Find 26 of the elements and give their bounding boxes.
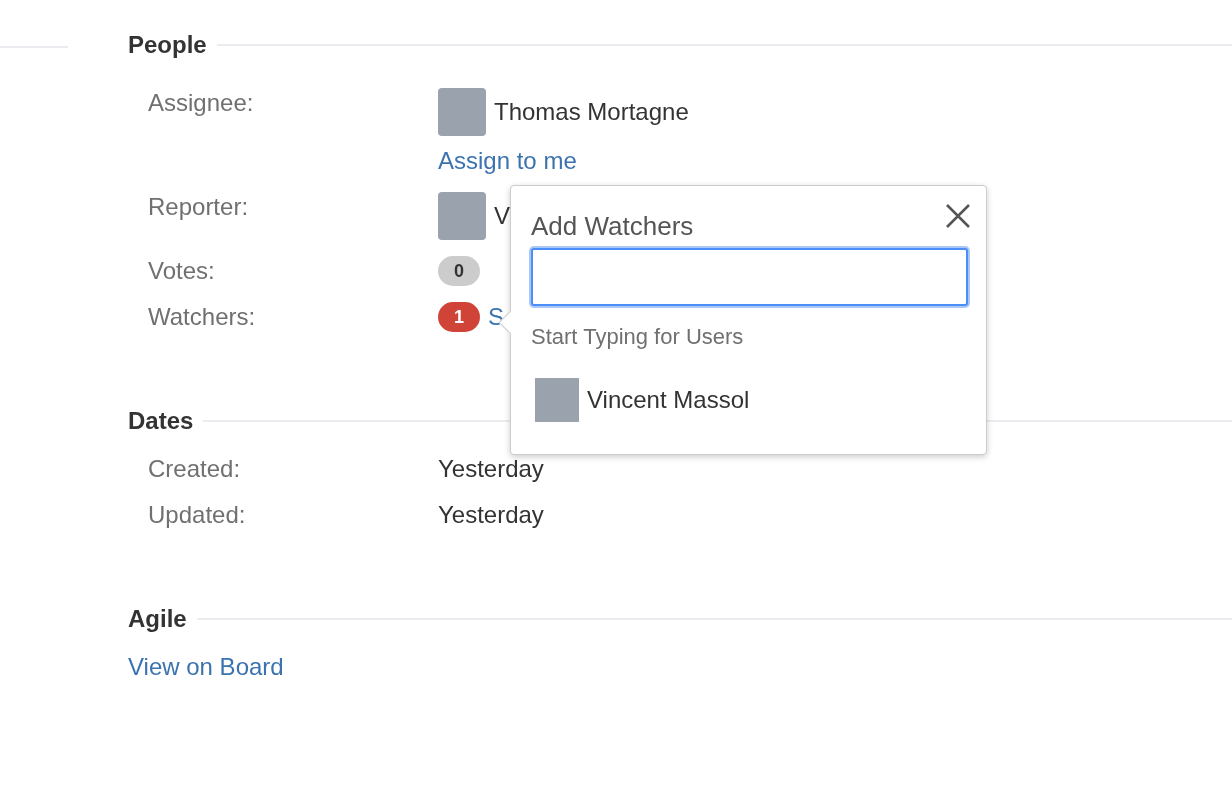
count-badge: 1 bbox=[438, 302, 480, 332]
user-name: Thomas Mortagne bbox=[494, 97, 689, 127]
field-value: Yesterday bbox=[438, 500, 545, 530]
close-icon bbox=[944, 202, 972, 230]
section-heading: People bbox=[128, 30, 207, 60]
field-label: Reporter: bbox=[148, 193, 249, 220]
user-suggestion[interactable]: Vincent Massol bbox=[587, 385, 750, 415]
avatar-placeholder bbox=[535, 378, 579, 422]
input-field[interactable] bbox=[531, 248, 968, 306]
avatar-placeholder bbox=[438, 88, 486, 136]
field-label: Votes: bbox=[148, 257, 215, 284]
popup-title: Add Watchers bbox=[531, 210, 694, 243]
assign-link[interactable]: Assign to me bbox=[438, 146, 577, 176]
hint-text: Start Typing for Users bbox=[531, 323, 745, 351]
user-name: V bbox=[494, 201, 510, 231]
section-heading: Agile bbox=[128, 604, 187, 634]
board-link[interactable]: View on Board bbox=[128, 653, 284, 680]
avatar-placeholder bbox=[438, 192, 486, 240]
field-label: Watchers: bbox=[148, 303, 256, 330]
close-button[interactable] bbox=[944, 202, 972, 230]
field-label: Assignee: bbox=[148, 89, 254, 116]
field-value: Yesterday bbox=[438, 454, 545, 484]
section-heading: Dates bbox=[128, 406, 194, 436]
field-label: Created: bbox=[148, 455, 241, 482]
count-badge: 0 bbox=[438, 256, 480, 286]
field-label: Updated: bbox=[148, 501, 246, 528]
